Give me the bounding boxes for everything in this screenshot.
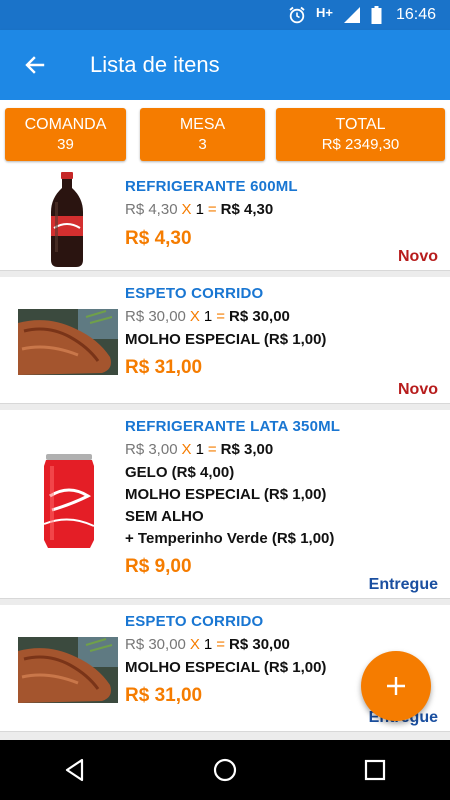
battery-icon bbox=[371, 6, 382, 24]
signal-icon bbox=[343, 6, 361, 24]
status-badge: Novo bbox=[398, 381, 438, 398]
total-box: TOTAL R$ 2349,30 bbox=[276, 108, 445, 161]
unit-price: R$ 3,00 bbox=[125, 441, 178, 458]
network-type-label: H+ bbox=[315, 4, 333, 20]
clock-time: 16:46 bbox=[395, 6, 436, 23]
square-recent-icon bbox=[364, 759, 386, 781]
item-name: ESPETO CORRIDO bbox=[125, 285, 264, 302]
item-name: REFRIGERANTE 600ML bbox=[125, 178, 298, 195]
triangle-back-icon bbox=[65, 758, 84, 782]
list-item[interactable]: REFRIGERANTE 600ML R$ 4,30 X 1 = R$ 4,30 R$ … bbox=[0, 170, 450, 271]
item-extra: SEM ALHO bbox=[125, 508, 204, 525]
quantity: 1 bbox=[195, 201, 204, 218]
total-label: TOTAL bbox=[335, 115, 386, 133]
item-extra: GELO (R$ 4,00) bbox=[125, 464, 235, 481]
comanda-value: 39 bbox=[57, 135, 74, 153]
times-sign: X bbox=[189, 636, 200, 653]
quantity: 1 bbox=[203, 636, 213, 653]
system-nav-bar bbox=[0, 740, 450, 800]
nav-recent-button[interactable] bbox=[345, 745, 405, 795]
times-sign: X bbox=[181, 441, 192, 458]
arrow-left-icon bbox=[25, 56, 45, 74]
quantity: 1 bbox=[195, 441, 204, 458]
grilled-meat-image bbox=[18, 309, 118, 380]
mesa-box: MESA 3 bbox=[140, 108, 265, 161]
nav-home-button[interactable] bbox=[195, 745, 255, 795]
unit-price: R$ 30,00 bbox=[125, 636, 186, 653]
soda-can-image bbox=[42, 454, 96, 555]
line-total: R$ 4,30 bbox=[220, 201, 274, 218]
item-name: ESPETO CORRIDO bbox=[125, 613, 264, 630]
alarm-icon bbox=[288, 6, 306, 24]
item-name: REFRIGERANTE LATA 350ML bbox=[125, 418, 341, 435]
soda-bottle-image bbox=[45, 172, 89, 273]
order-summary: COMANDA 39 MESA 3 TOTAL R$ 2349,30 bbox=[0, 100, 450, 170]
line-total: R$ 30,00 bbox=[229, 636, 290, 653]
page-title: Lista de itens bbox=[90, 52, 220, 77]
times-sign: X bbox=[181, 201, 192, 218]
back-button[interactable] bbox=[10, 40, 60, 90]
app-bar: Lista de itens bbox=[0, 30, 450, 100]
line-total: R$ 3,00 bbox=[220, 441, 274, 458]
item-extra: MOLHO ESPECIAL (R$ 1,00) bbox=[125, 486, 327, 503]
equals-sign: = bbox=[216, 308, 226, 325]
plus-icon bbox=[387, 677, 405, 695]
comanda-box: COMANDA 39 bbox=[5, 108, 126, 161]
total-value: R$ 2349,30 bbox=[321, 135, 400, 153]
quantity: 1 bbox=[203, 308, 213, 325]
status-badge: Novo bbox=[398, 248, 438, 265]
equals-sign: = bbox=[207, 201, 217, 218]
item-extra: + Temperinho Verde (R$ 1,00) bbox=[125, 530, 335, 547]
line-total: R$ 30,00 bbox=[229, 308, 290, 325]
grilled-meat-image bbox=[18, 637, 118, 708]
times-sign: X bbox=[189, 308, 200, 325]
list-item[interactable]: ESPETO CORRIDO R$ 30,00 X 1 = R$ 30,00 MOLHO… bbox=[0, 277, 450, 404]
add-item-button[interactable] bbox=[361, 651, 431, 721]
item-price: R$ 31,00 bbox=[125, 357, 203, 378]
circle-home-icon bbox=[213, 758, 237, 782]
item-calc: R$ 3,00 X 1 = R$ 3,00 bbox=[125, 438, 450, 462]
list-item[interactable]: REFRIGERANTE LATA 350ML R$ 3,00 X 1 = R$ 3,0… bbox=[0, 410, 450, 599]
comanda-label: COMANDA bbox=[24, 115, 107, 133]
status-badge: Entregue bbox=[368, 576, 438, 593]
item-extra: MOLHO ESPECIAL (R$ 1,00) bbox=[125, 331, 327, 348]
item-calc: R$ 30,00 X 1 = R$ 30,00 bbox=[125, 305, 450, 329]
unit-price: R$ 4,30 bbox=[125, 201, 178, 218]
nav-back-button[interactable] bbox=[45, 745, 105, 795]
equals-sign: = bbox=[216, 636, 226, 653]
mesa-label: MESA bbox=[179, 115, 226, 133]
equals-sign: = bbox=[207, 441, 217, 458]
status-bar: H+ 16:46 bbox=[0, 0, 450, 30]
mesa-value: 3 bbox=[198, 135, 207, 153]
unit-price: R$ 30,00 bbox=[125, 308, 186, 325]
item-calc: R$ 4,30 X 1 = R$ 4,30 bbox=[125, 198, 450, 222]
